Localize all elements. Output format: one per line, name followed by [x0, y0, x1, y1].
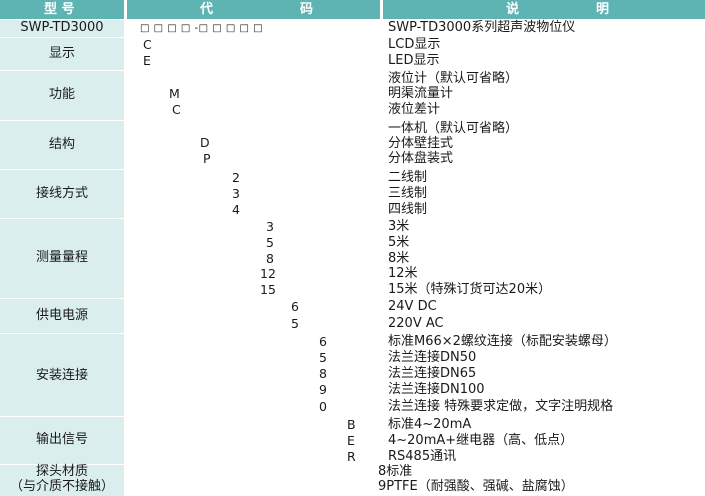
desc-range-3: 3米	[388, 219, 410, 234]
desc-mounting-dn50: 法兰连接DN50	[388, 350, 477, 365]
code-placeholders: □ □ □ □ -□ □ □ □ □	[140, 23, 264, 34]
header-code-label-1: 代	[200, 2, 214, 17]
code-range-15: 15	[260, 282, 276, 297]
code-function-m: M	[169, 86, 180, 101]
row-separator	[0, 218, 124, 219]
desc-function-flow: 明渠流量计	[388, 86, 454, 101]
desc-probe-ptfe: 9PTFE（耐强酸、强碱、盐腐蚀）	[378, 479, 574, 494]
code-power-5: 5	[291, 316, 299, 331]
row-separator	[0, 37, 124, 38]
desc-range-5: 5米	[388, 235, 410, 250]
desc-power-24vdc: 24V DC	[388, 299, 437, 314]
row-separator	[0, 169, 124, 170]
desc-display-led: LED显示	[388, 53, 440, 68]
row-separator	[0, 333, 124, 334]
code-mounting-9: 9	[319, 382, 327, 397]
code-mounting-0: 0	[319, 399, 327, 414]
category-function: 功能	[48, 87, 75, 102]
header-desc-label-1: 说	[506, 2, 520, 17]
desc-probe-standard: 8标准	[378, 464, 413, 479]
code-wiring-2: 2	[232, 170, 240, 185]
row-separator	[0, 70, 124, 71]
desc-range-15: 15米（特殊订货可达20米）	[388, 282, 552, 297]
header-desc-cell	[383, 0, 705, 19]
category-power: 供电电源	[35, 308, 88, 323]
desc-output-4-20ma: 标准4~20mA	[388, 417, 472, 432]
header-model-label: 型 号	[44, 2, 75, 17]
desc-function-level: 液位计（默认可省略）	[388, 71, 519, 86]
desc-wiring-2: 二线制	[388, 170, 428, 185]
category-mounting: 安装连接	[35, 368, 88, 383]
model-number: SWP-TD3000	[20, 20, 104, 35]
code-display-c: C	[143, 37, 152, 52]
header-code-label-2: 码	[300, 2, 314, 17]
header-code-cell	[127, 0, 380, 19]
code-mounting-6: 6	[319, 334, 327, 349]
code-structure-p: P	[203, 151, 211, 166]
code-display-e: E	[143, 53, 151, 68]
series-description: SWP-TD3000系列超声波物位仪	[388, 20, 576, 35]
desc-power-220vac: 220V AC	[388, 316, 444, 331]
code-function-c: C	[172, 102, 181, 117]
code-output-b: B	[347, 417, 356, 432]
header-desc-label-2: 明	[596, 2, 610, 17]
model-selection-table: 型 号 代 码 说 明 SWP-TD3000 □ □ □ □ -□ □ □ □ …	[0, 0, 705, 496]
code-range-3: 3	[266, 219, 274, 234]
desc-structure-wall: 分体壁挂式	[388, 136, 454, 151]
desc-mounting-thread: 标准M66×2螺纹连接（标配安装螺母）	[388, 334, 617, 349]
code-mounting-5: 5	[319, 350, 327, 365]
category-probe-material-note: （与介质不接触）	[9, 479, 114, 494]
desc-function-diff: 液位差计	[388, 102, 441, 117]
desc-wiring-4: 四线制	[388, 202, 428, 217]
row-separator	[0, 416, 124, 417]
code-mounting-8: 8	[319, 366, 327, 381]
desc-output-relay: 4~20mA+继电器（高、低点）	[388, 433, 574, 448]
code-structure-d: D	[200, 135, 210, 150]
code-wiring-3: 3	[232, 186, 240, 201]
code-range-8: 8	[266, 251, 274, 266]
desc-range-12: 12米	[388, 266, 418, 281]
code-output-r: R	[347, 449, 356, 464]
row-separator	[0, 120, 124, 121]
desc-structure-panel: 分体盘装式	[388, 151, 454, 166]
desc-mounting-dn100: 法兰连接DN100	[388, 382, 485, 397]
code-range-5: 5	[266, 235, 274, 250]
code-wiring-4: 4	[232, 202, 240, 217]
category-range: 测量量程	[35, 250, 88, 265]
code-range-12: 12	[260, 266, 276, 281]
desc-structure-integral: 一体机（默认可省略）	[388, 121, 519, 136]
desc-output-rs485: RS485通讯	[388, 449, 457, 464]
desc-range-8: 8米	[388, 251, 410, 266]
desc-mounting-custom: 法兰连接 特殊要求定做，文字注明规格	[388, 399, 614, 414]
code-output-e: E	[347, 433, 355, 448]
desc-display-lcd: LCD显示	[388, 37, 441, 52]
category-probe-material: 探头材质	[35, 464, 88, 479]
desc-wiring-3: 三线制	[388, 186, 428, 201]
category-display: 显示	[48, 46, 75, 61]
desc-mounting-dn65: 法兰连接DN65	[388, 366, 477, 381]
row-separator	[0, 298, 124, 299]
category-structure: 结构	[48, 137, 75, 152]
category-output: 输出信号	[35, 432, 88, 447]
code-power-6: 6	[291, 299, 299, 314]
category-wiring: 接线方式	[35, 186, 88, 201]
